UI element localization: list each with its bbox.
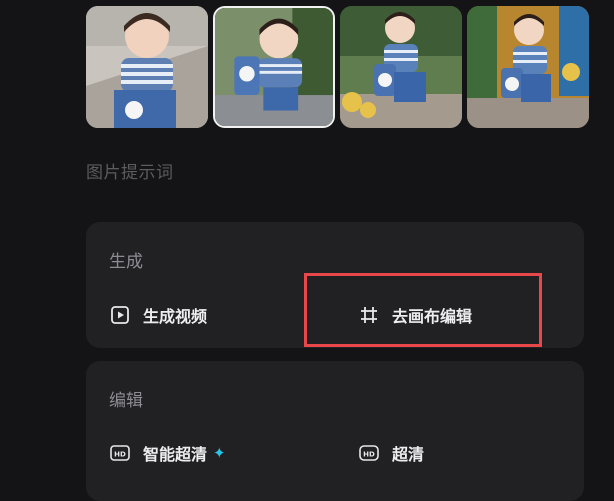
thumbnail-image bbox=[467, 6, 589, 128]
svg-text:HD: HD bbox=[114, 451, 126, 459]
thumbnail-image bbox=[86, 6, 208, 128]
hd-plus-icon: HD bbox=[109, 442, 131, 464]
generate-video-label: 生成视频 bbox=[143, 307, 208, 326]
thumbnail-strip bbox=[86, 6, 590, 129]
generate-card: 生成 生成视频 去画布编辑 bbox=[86, 222, 584, 348]
hd-icon: HD bbox=[358, 442, 380, 464]
hd-button[interactable]: HD 超清 bbox=[358, 441, 424, 465]
image-thumbnail-4[interactable] bbox=[467, 6, 589, 128]
crop-icon bbox=[358, 304, 380, 326]
image-prompt-label: 图片提示词 bbox=[86, 163, 174, 183]
svg-text:HD: HD bbox=[363, 451, 375, 459]
edit-on-canvas-label: 去画布编辑 bbox=[392, 307, 473, 326]
smart-super-resolution-button[interactable]: HD 智能超清 ✦ bbox=[109, 441, 226, 465]
thumbnail-image bbox=[215, 8, 333, 126]
image-thumbnail-2-selected[interactable] bbox=[213, 6, 335, 128]
generate-card-title: 生成 bbox=[109, 252, 143, 272]
play-icon bbox=[109, 304, 131, 326]
thumbnail-image bbox=[340, 6, 462, 128]
edit-card: 编辑 HD 智能超清 ✦ HD 超清 bbox=[86, 361, 584, 501]
image-thumbnail-1[interactable] bbox=[86, 6, 208, 128]
edit-card-title: 编辑 bbox=[109, 391, 143, 411]
smart-super-resolution-label: 智能超清 bbox=[143, 445, 208, 464]
hd-label: 超清 bbox=[392, 445, 425, 464]
image-thumbnail-3[interactable] bbox=[340, 6, 462, 128]
generate-video-button[interactable]: 生成视频 bbox=[109, 303, 207, 327]
sparkle-icon: ✦ bbox=[213, 444, 226, 462]
edit-on-canvas-button[interactable]: 去画布编辑 bbox=[358, 303, 472, 327]
